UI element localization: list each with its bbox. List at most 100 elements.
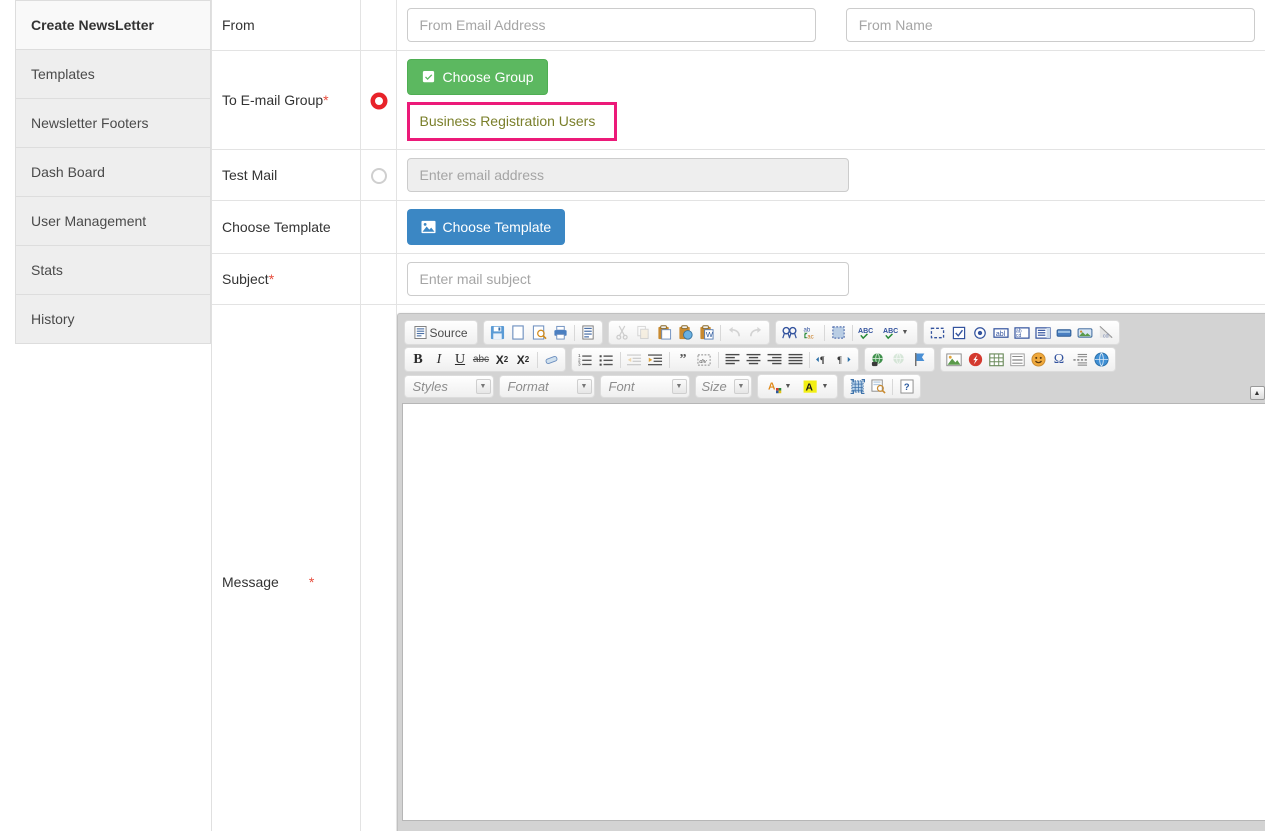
horizontal-rule-icon[interactable] [1007, 350, 1028, 370]
image-button-icon[interactable] [1074, 323, 1095, 343]
image-icon [420, 220, 436, 235]
outdent-icon[interactable] [624, 350, 645, 370]
toolbar-separator [668, 351, 670, 368]
rtl-icon[interactable]: ¶ [834, 350, 855, 370]
italic-icon[interactable]: I [429, 350, 450, 370]
unlink-icon[interactable] [889, 350, 910, 370]
align-left-icon[interactable] [722, 350, 743, 370]
styles-combo[interactable]: Styles ▼ [403, 375, 494, 398]
spellcheck-icon[interactable]: ABC [856, 323, 877, 343]
checkbox-icon[interactable] [948, 323, 969, 343]
page-break-icon[interactable] [1070, 350, 1091, 370]
indent-icon[interactable] [645, 350, 666, 370]
paste-word-icon[interactable]: W [696, 323, 717, 343]
select-field-icon[interactable] [1032, 323, 1053, 343]
sidebar-item-user-management[interactable]: User Management [15, 196, 211, 245]
sidebar-item-stats[interactable]: Stats [15, 245, 211, 294]
size-combo[interactable]: Size ▼ [694, 375, 752, 398]
spellcheck-menu-icon[interactable]: ABC ▼ [877, 323, 915, 343]
svg-text:ABC: ABC [883, 328, 898, 335]
subject-label-cell: Subject* [212, 253, 361, 305]
sidebar-item-templates[interactable]: Templates [15, 49, 211, 98]
link-icon[interactable] [868, 350, 889, 370]
align-right-icon[interactable] [764, 350, 785, 370]
button-icon[interactable] [1053, 323, 1074, 343]
textarea-icon[interactable]: ab cd [1011, 323, 1032, 343]
radio-icon[interactable] [969, 323, 990, 343]
new-page-icon[interactable] [508, 323, 529, 343]
find-icon[interactable] [779, 323, 800, 343]
selected-group-name: Business Registration Users [419, 113, 596, 129]
replace-icon[interactable]: ab ac [800, 323, 821, 343]
sidebar-item-history[interactable]: History [15, 294, 211, 344]
maximize-icon[interactable] [868, 377, 889, 397]
sidebar-item-create-newsletter[interactable]: Create NewsLetter [15, 0, 211, 49]
message-editor-body[interactable] [401, 403, 1265, 821]
print-icon[interactable] [550, 323, 571, 343]
choose-group-button[interactable]: Choose Group [406, 59, 548, 95]
svg-text:W: W [705, 330, 713, 339]
source-icon[interactable]: Source [408, 323, 474, 343]
sidebar-item-newsletter-footers[interactable]: Newsletter Footers [15, 98, 211, 147]
toolbar-separator [717, 351, 719, 368]
bulleted-list-icon[interactable] [596, 350, 617, 370]
redo-icon[interactable] [745, 323, 766, 343]
create-div-icon[interactable]: div [694, 350, 715, 370]
source-button-label: Source [429, 325, 468, 340]
background-color-icon[interactable]: A ▼ [797, 377, 834, 397]
preview-icon[interactable] [529, 323, 550, 343]
select-all-icon[interactable] [828, 323, 849, 343]
strike-icon[interactable]: abc [471, 350, 492, 370]
iframe-icon[interactable] [1091, 350, 1112, 370]
paste-text-icon[interactable] [675, 323, 696, 343]
test-mail-email-input[interactable] [406, 158, 849, 192]
smiley-icon[interactable] [1028, 350, 1049, 370]
text-field-icon[interactable]: abl [990, 323, 1011, 343]
ltr-icon[interactable]: ¶ [813, 350, 834, 370]
toolbar-group-clipboard: W [607, 320, 770, 345]
to-group-label: To E-mail Group [222, 92, 324, 108]
newsletter-form: From From Email Address From Name To E-m… [211, 0, 1265, 831]
sidebar-item-dash-board[interactable]: Dash Board [15, 147, 211, 196]
underline-icon[interactable]: U [450, 350, 471, 370]
format-combo[interactable]: Format ▼ [498, 375, 595, 398]
subject-input[interactable] [406, 262, 849, 296]
sidebar-item-label: Newsletter Footers [31, 115, 149, 131]
subscript-icon[interactable]: X2 [492, 350, 513, 370]
blockquote-icon[interactable]: ” [673, 350, 694, 370]
anchor-icon[interactable] [910, 350, 931, 370]
numbered-list-icon[interactable]: 123 [575, 350, 596, 370]
save-icon[interactable] [487, 323, 508, 343]
copy-icon[interactable] [633, 323, 654, 343]
collapse-toolbar-icon[interactable]: ▲ [1249, 386, 1265, 400]
align-justify-icon[interactable] [785, 350, 806, 370]
toolbar-group-paragraph: 123 ” div ¶ ¶ [570, 347, 859, 372]
subject-radio-cell [360, 253, 397, 305]
align-center-icon[interactable] [743, 350, 764, 370]
superscript-icon[interactable]: X2 [513, 350, 534, 370]
insert-image-icon[interactable] [944, 350, 965, 370]
templates-icon[interactable] [578, 323, 599, 343]
toolbar-separator [619, 351, 621, 368]
flash-icon[interactable] [965, 350, 986, 370]
show-blocks-icon[interactable] [847, 377, 868, 397]
to-email-group-radio[interactable] [370, 92, 387, 109]
undo-icon[interactable] [724, 323, 745, 343]
hidden-field-icon[interactable]: cd [1095, 323, 1116, 343]
remove-format-icon[interactable] [541, 350, 562, 370]
paste-icon[interactable] [654, 323, 675, 343]
text-color-icon[interactable]: A ▼ [761, 377, 798, 397]
font-combo[interactable]: Font ▼ [599, 375, 690, 398]
special-char-icon[interactable]: Ω [1049, 350, 1070, 370]
cut-icon[interactable] [612, 323, 633, 343]
bold-icon[interactable]: B [408, 350, 429, 370]
table-icon[interactable] [986, 350, 1007, 370]
form-icon[interactable] [927, 323, 948, 343]
test-mail-radio[interactable] [370, 167, 387, 184]
about-icon[interactable]: ? [896, 377, 917, 397]
choose-template-button[interactable]: Choose Template [406, 209, 566, 245]
from-email-input[interactable] [406, 8, 816, 42]
from-name-input[interactable] [845, 8, 1255, 42]
sidebar-nav-list: Create NewsLetter Templates Newsletter F… [15, 0, 211, 344]
chevron-down-icon: ▼ [733, 379, 749, 394]
